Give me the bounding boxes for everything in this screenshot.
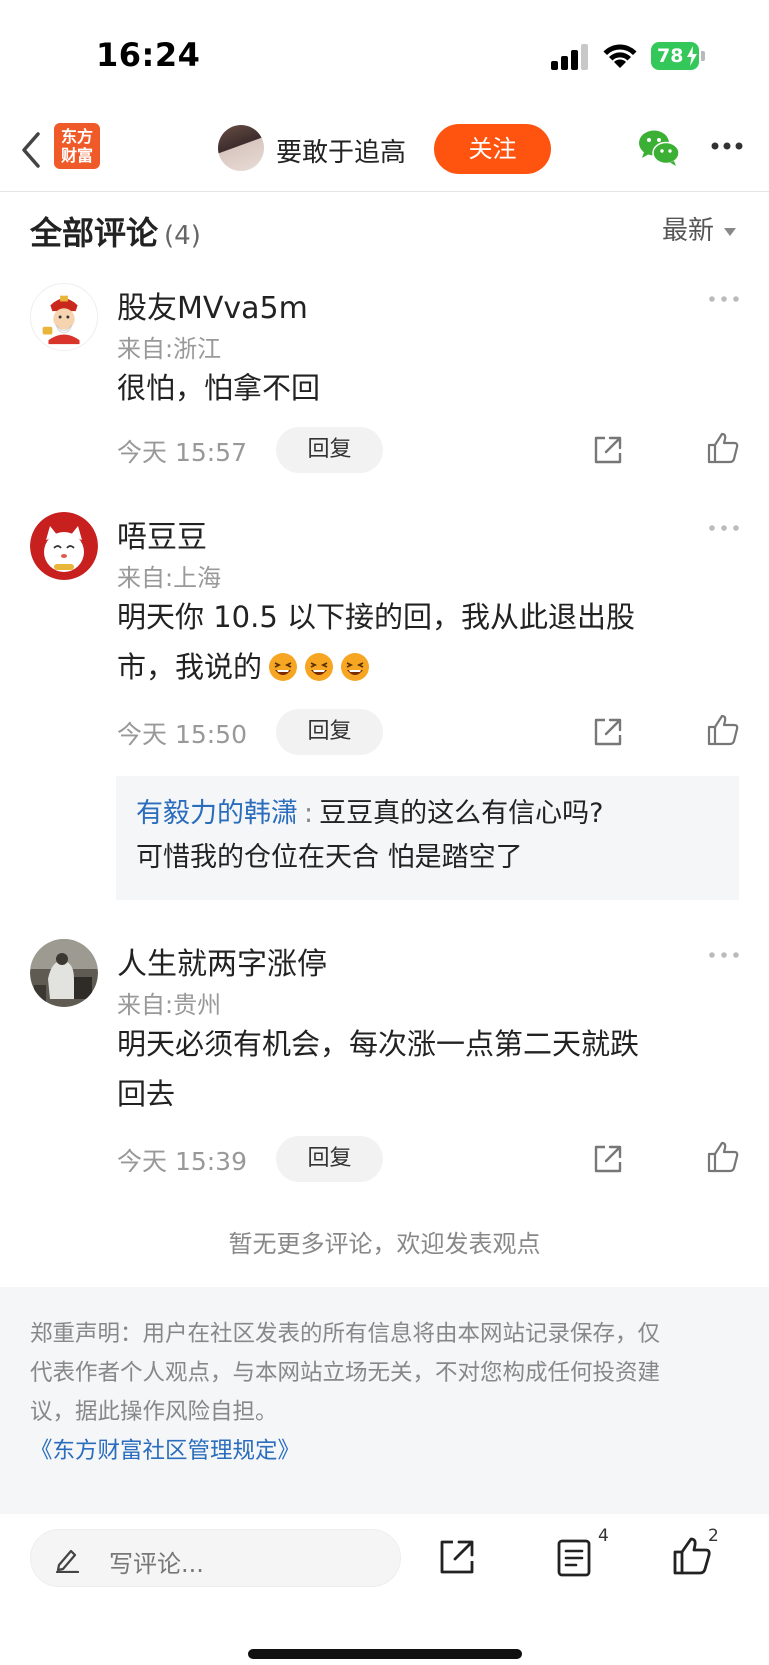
comment-time: 今天 15:50 xyxy=(117,720,247,749)
battery-tip xyxy=(701,51,705,61)
comment-location: 来自:贵州 xyxy=(117,991,222,1019)
charging-bolt-icon xyxy=(687,46,697,66)
comment-text-line-2: 市，我说的 xyxy=(117,650,263,684)
comment-author[interactable]: 人生就两字涨停 xyxy=(117,939,327,983)
comment-text: 明天你 10.5 以下接的回，我从此退出股 市，我说的 xyxy=(117,592,717,692)
status-time: 16:24 xyxy=(96,36,201,74)
nested-reply-author[interactable]: 有毅力的韩潇 xyxy=(136,798,298,829)
likes-count-badge: 2 xyxy=(708,1526,719,1546)
community-rules-link[interactable]: 《东方财富社区管理规定》 xyxy=(30,1432,739,1471)
comment-text-line: 很怕，怕拿不回 xyxy=(117,371,321,405)
comment-text-line: 明天你 10.5 以下接的回，我从此退出股 xyxy=(117,600,636,634)
comments-title-text: 全部评论 xyxy=(30,214,159,252)
comments-count-badge: 4 xyxy=(598,1526,609,1546)
caret-down-icon xyxy=(724,227,736,236)
disclaimer: 郑重声明：用户在社区发表的所有信息将由本网站记录保存，仅 代表作者个人观点，与本… xyxy=(0,1287,769,1514)
share-icon[interactable] xyxy=(592,716,624,748)
share-icon[interactable] xyxy=(438,1538,476,1576)
disclaimer-line: 代表作者个人观点，与本网站立场无关，不对您构成任何投资建 xyxy=(30,1360,661,1386)
comment-location: 来自:浙江 xyxy=(117,335,222,363)
home-indicator[interactable] xyxy=(248,1649,522,1659)
comment-time: 今天 15:57 xyxy=(117,438,247,467)
share-icon[interactable] xyxy=(592,1143,624,1175)
nested-reply-line-2: 可惜我的仓位在天合 怕是踏空了 xyxy=(136,842,523,873)
author-name[interactable]: 要敢于追高 xyxy=(276,132,406,169)
comment-more-icon[interactable] xyxy=(708,524,740,532)
comment-text-line: 市，我说的 xyxy=(117,642,717,692)
disclaimer-line: 郑重声明：用户在社区发表的所有信息将由本网站记录保存，仅 xyxy=(30,1321,661,1347)
reply-button[interactable]: 回复 xyxy=(276,709,383,755)
comment-text-line: 回去 xyxy=(117,1077,176,1111)
comment-input-placeholder: 写评论... xyxy=(109,1550,204,1578)
wechat-share-icon[interactable] xyxy=(638,128,680,168)
comment-author[interactable]: 股友MVva5m xyxy=(117,283,308,327)
share-icon[interactable] xyxy=(592,434,624,466)
sort-dropdown[interactable]: 最新 xyxy=(662,210,736,247)
laughing-emoji-icon xyxy=(341,653,370,681)
logo-line-2: 财富 xyxy=(60,146,93,165)
comment-more-icon[interactable] xyxy=(708,951,740,959)
laughing-emoji-icon xyxy=(305,653,334,681)
reply-button[interactable]: 回复 xyxy=(276,1136,383,1182)
comment-time: 今天 15:39 xyxy=(117,1147,247,1176)
nav-bar: 东方 财富 要敢于追高 关注 xyxy=(0,110,769,192)
no-more-comments: 暂无更多评论，欢迎发表观点 xyxy=(228,1230,541,1258)
sort-label: 最新 xyxy=(661,216,714,246)
user-avatar[interactable] xyxy=(30,939,98,1007)
disclaimer-line: 议，据此操作风险自担。 xyxy=(30,1399,278,1425)
comment-more-icon[interactable] xyxy=(708,295,740,303)
back-chevron-icon[interactable] xyxy=(14,126,46,174)
nested-reply[interactable]: 有毅力的韩潇: 豆豆真的这么有信心吗? 可惜我的仓位在天合 怕是踏空了 xyxy=(116,776,739,900)
comment-location: 来自:上海 xyxy=(117,564,222,592)
cellular-signal-icon xyxy=(551,44,588,70)
comment-text: 很怕，怕拿不回 xyxy=(117,363,717,413)
author-avatar[interactable] xyxy=(218,125,264,171)
pen-icon xyxy=(55,1549,80,1573)
reply-button[interactable]: 回复 xyxy=(276,427,383,473)
like-thumb-icon[interactable] xyxy=(672,1536,712,1576)
wifi-icon xyxy=(603,44,637,68)
status-bar: 16:24 78 xyxy=(0,0,769,110)
comments-list-icon[interactable] xyxy=(556,1538,592,1578)
comment-input[interactable]: 写评论... xyxy=(30,1529,401,1587)
like-thumb-icon[interactable] xyxy=(706,431,740,465)
comment-text-line: 明天必须有机会，每次涨一点第二天就跌 xyxy=(117,1027,640,1061)
user-avatar[interactable] xyxy=(30,283,98,351)
like-thumb-icon[interactable] xyxy=(706,1140,740,1174)
laughing-emoji-icon xyxy=(269,653,298,681)
user-avatar[interactable] xyxy=(30,512,98,580)
logo-line-1: 东方 xyxy=(60,127,93,146)
more-options-icon[interactable] xyxy=(710,140,744,152)
comment-author[interactable]: 唔豆豆 xyxy=(117,512,207,556)
bottom-action-bar: 写评论... 4 2 xyxy=(0,1514,769,1665)
follow-button[interactable]: 关注 xyxy=(434,124,551,174)
nested-reply-colon: : xyxy=(304,798,314,829)
nested-reply-text: 豆豆真的这么有信心吗? xyxy=(319,798,604,829)
like-thumb-icon[interactable] xyxy=(706,713,740,747)
comments-title: 全部评论 (4) xyxy=(30,208,201,254)
comment-text: 明天必须有机会，每次涨一点第二天就跌 回去 xyxy=(117,1019,717,1119)
app-logo[interactable]: 东方 财富 xyxy=(54,123,100,169)
battery-indicator: 78 xyxy=(651,42,705,70)
comments-count: (4) xyxy=(164,221,201,251)
nested-reply-line-1: 有毅力的韩潇: 豆豆真的这么有信心吗? xyxy=(136,792,719,836)
comments-header: 全部评论 (4) 最新 xyxy=(0,192,769,264)
